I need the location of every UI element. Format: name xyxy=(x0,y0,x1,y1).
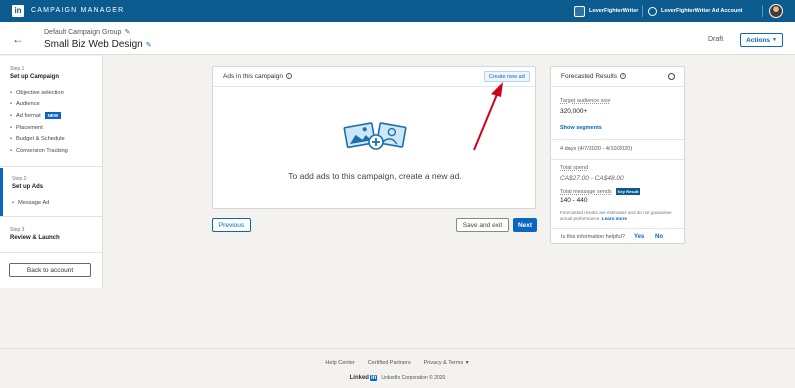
copyright-text: LinkedIn Corporation © 2020 xyxy=(381,375,446,381)
message-sends-label: Total message sends Key Result xyxy=(560,188,641,195)
campaign-header: ← Default Campaign Group ✎ Small Biz Web … xyxy=(0,22,795,55)
step-1[interactable]: Step 1 Set up Campaign Objective selecti… xyxy=(0,66,103,157)
top-navigation-bar: in CAMPAIGN MANAGER LoverFighterWriter L… xyxy=(0,0,795,22)
sidebar-item-audience[interactable]: Audience xyxy=(10,99,103,111)
sidebar-item-budget[interactable]: Budget & Schedule xyxy=(10,133,103,145)
divider xyxy=(762,5,763,17)
learn-more-link[interactable]: Learn more xyxy=(602,216,627,221)
total-spend-label: Total spend xyxy=(560,165,589,171)
sidebar-item-ad-format[interactable]: Ad formatNEW xyxy=(10,110,103,122)
show-segments-link[interactable]: Show segments xyxy=(560,125,602,131)
campaign-name: Small Biz Web Design ✎ xyxy=(44,39,152,50)
step-title: Set up Ads xyxy=(12,184,44,190)
certified-partners-link[interactable]: Certified Partners xyxy=(368,360,411,366)
step-2[interactable]: Step 2 Set up Ads Message Ad xyxy=(0,176,103,209)
back-to-account-button[interactable]: Back to account xyxy=(9,263,91,277)
campaign-group-label: Default Campaign Group xyxy=(44,29,122,36)
empty-state-message: To add ads to this campaign, create a ne… xyxy=(288,171,462,181)
help-icon[interactable]: ? xyxy=(620,73,626,80)
step-title: Set up Campaign xyxy=(10,74,60,80)
footer-copyright: Linked in LinkedIn Corporation © 2020 xyxy=(0,375,795,381)
sidebar-item-objective[interactable]: Objective selection xyxy=(10,87,103,99)
divider xyxy=(551,228,684,229)
annotation-arrow-icon xyxy=(473,82,503,151)
active-step-indicator xyxy=(0,168,3,216)
target-audience-value: 320,000+ xyxy=(560,108,588,115)
footer-links: Help Center Certified Partners Privacy &… xyxy=(0,360,795,366)
sidebar-item-placement[interactable]: Placement xyxy=(10,122,103,134)
ads-illustration-icon xyxy=(343,122,407,150)
campaign-name-label: Small Biz Web Design xyxy=(44,39,143,50)
pencil-icon[interactable]: ✎ xyxy=(124,29,130,36)
forecasted-results-panel: Forecasted Results? Target audience size… xyxy=(550,66,685,244)
new-badge: NEW xyxy=(44,112,62,120)
save-and-exit-button[interactable]: Save and exit xyxy=(456,218,509,232)
status-badge: Draft xyxy=(708,36,724,43)
avatar[interactable] xyxy=(769,4,783,18)
help-center-link[interactable]: Help Center xyxy=(325,360,354,366)
key-result-badge: Key Result xyxy=(615,188,641,195)
step-number: Step 1 xyxy=(10,66,25,72)
account-switcher[interactable]: LoverFighterWriter xyxy=(574,4,638,18)
step-number: Step 2 xyxy=(12,176,27,182)
actions-label: Actions xyxy=(746,36,770,44)
panel-header: Forecasted Results? xyxy=(551,67,684,87)
divider xyxy=(551,139,684,140)
sidebar-item-message-ad[interactable]: Message Ad xyxy=(12,197,103,209)
step-title: Review & Launch xyxy=(10,235,60,241)
chevron-down-icon: ▼ xyxy=(463,360,470,366)
linkedin-wordmark: Linked in xyxy=(349,375,378,381)
campaign-group-name: Default Campaign Group ✎ xyxy=(44,28,130,36)
gear-icon xyxy=(648,6,657,16)
step-1-items: Objective selection Audience Ad formatNE… xyxy=(10,87,103,157)
caret-down-icon: ▼ xyxy=(771,37,777,43)
page-footer: Help Center Certified Partners Privacy &… xyxy=(0,348,795,388)
pencil-icon[interactable]: ✎ xyxy=(146,42,152,49)
divider xyxy=(0,166,103,167)
divider xyxy=(0,252,103,253)
next-button[interactable]: Next xyxy=(513,218,537,232)
yes-link[interactable]: Yes xyxy=(634,234,644,240)
linkedin-logo[interactable]: in xyxy=(12,5,24,17)
step-3[interactable]: Step 3 Review & Launch xyxy=(0,227,103,241)
date-range: 4 days (4/7/2020 - 4/10/2020) xyxy=(560,146,633,152)
back-arrow-icon[interactable]: ← xyxy=(12,32,24,46)
divider xyxy=(642,5,643,17)
divider xyxy=(551,159,684,160)
account-name: LoverFighterWriter xyxy=(589,8,639,14)
info-icon[interactable]: i xyxy=(285,73,292,80)
gear-icon[interactable] xyxy=(668,73,675,80)
sidebar-item-conversion[interactable]: Conversion Tracking xyxy=(10,145,103,157)
message-sends-value: 140 - 440 xyxy=(560,197,588,204)
actions-button[interactable]: Actions ▼ xyxy=(740,33,783,47)
campaign-steps-sidebar: Step 1 Set up Campaign Objective selecti… xyxy=(0,56,103,288)
ad-account-switcher[interactable]: LoverFighterWriter Ad Account xyxy=(648,4,742,18)
ad-account-name: LoverFighterWriter Ad Account xyxy=(661,8,743,14)
no-link[interactable]: No xyxy=(655,234,663,240)
step-2-items: Message Ad xyxy=(12,197,103,209)
panel-title: Forecasted Results? xyxy=(561,73,626,80)
total-spend-value: CA$27.00 - CA$48.00 xyxy=(560,175,624,182)
step-number: Step 3 xyxy=(10,227,25,233)
privacy-terms-link[interactable]: Privacy & Terms ▼ xyxy=(424,360,470,366)
forecast-disclaimer: Forecasted results are estimates and do … xyxy=(560,210,672,221)
previous-button[interactable]: Previous xyxy=(212,218,251,232)
card-title: Ads in this campaign i xyxy=(223,73,292,80)
target-audience-label: Target audience size xyxy=(560,98,611,104)
app-title: CAMPAIGN MANAGER xyxy=(31,7,125,14)
helpful-question: Is this information helpful? xyxy=(561,234,625,240)
company-page-icon xyxy=(574,5,585,17)
divider xyxy=(0,216,103,217)
